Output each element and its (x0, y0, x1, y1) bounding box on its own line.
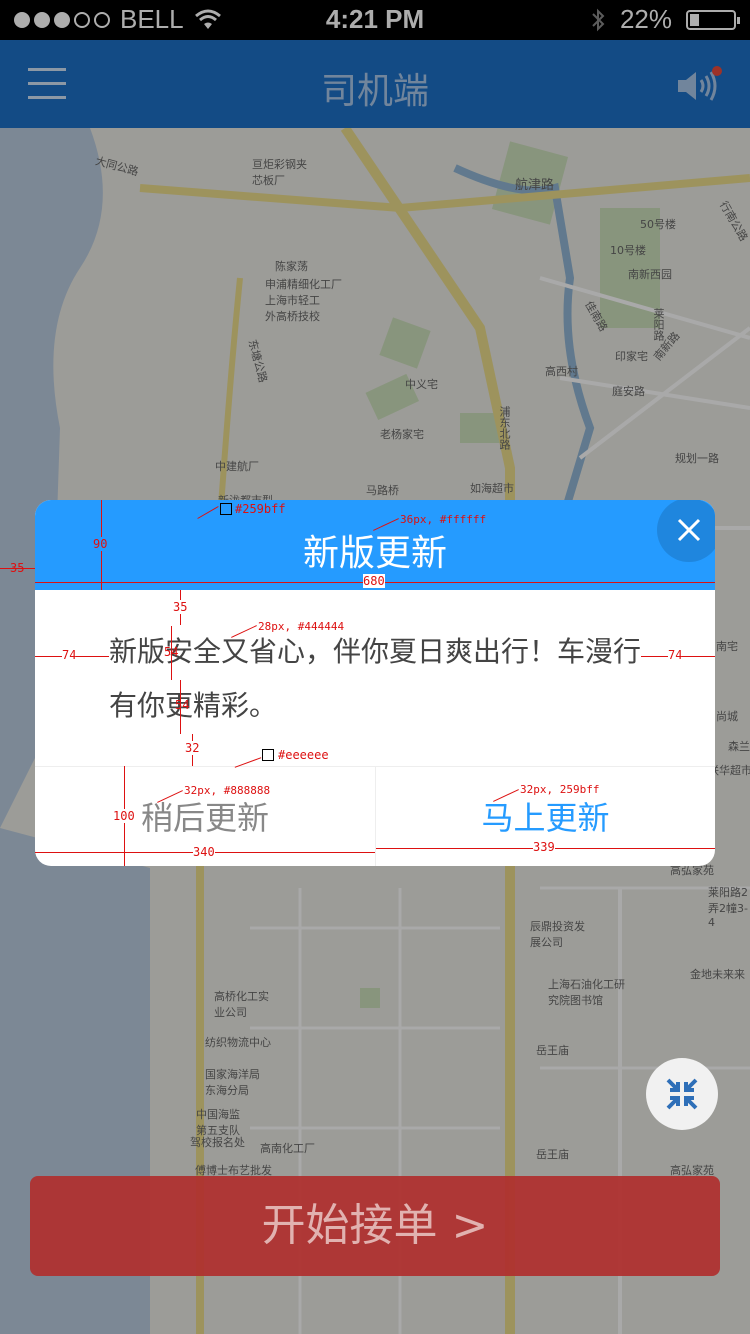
collapse-arrows-icon (666, 1078, 698, 1110)
dialog-title: 新版更新 (302, 533, 447, 574)
annotation-dialog-width: 680 (363, 574, 385, 588)
color-swatch (220, 503, 232, 515)
dialog-message: 新版安全又省心，伴你夏日爽出行！车漫行有你更精彩。 (109, 635, 642, 722)
annotation-line-height-1: 54 (164, 645, 179, 659)
color-swatch (262, 749, 274, 761)
annotation-button-left-width: 340 (193, 845, 215, 859)
annotation-padding-right: 74 (668, 648, 683, 662)
update-dialog: 新版更新 新版安全又省心，伴你夏日爽出行！车漫行有你更精彩。 稍后更新 马上更新 (35, 500, 715, 866)
annotation-gap-top: 35 (173, 600, 188, 614)
annotation-button-height: 100 (113, 809, 135, 823)
annotation-padding-left: 74 (62, 648, 77, 662)
annotation-button-right-width: 339 (533, 840, 555, 854)
close-button[interactable] (657, 500, 715, 562)
start-accepting-orders-button[interactable]: 开始接单 > (30, 1176, 720, 1276)
annotation-now-spec: 32px, 259bff (520, 783, 600, 796)
annotation-gap-bottom: 32 (185, 741, 200, 755)
annotation-left-margin: 35 (10, 561, 25, 575)
annotation-later-spec: 32px, #888888 (184, 784, 271, 797)
annotation-line-height-2: 54 (175, 698, 190, 712)
annotation-header-color: #259bff (235, 502, 286, 516)
annotation-body-spec: 28px, #444444 (258, 620, 345, 633)
annotation-title-spec: 36px, #ffffff (400, 513, 487, 526)
collapse-map-button[interactable] (646, 1058, 718, 1130)
close-icon (677, 518, 701, 542)
annotation-header-height: 90 (93, 537, 108, 551)
annotation-divider-color: #eeeeee (278, 748, 329, 762)
